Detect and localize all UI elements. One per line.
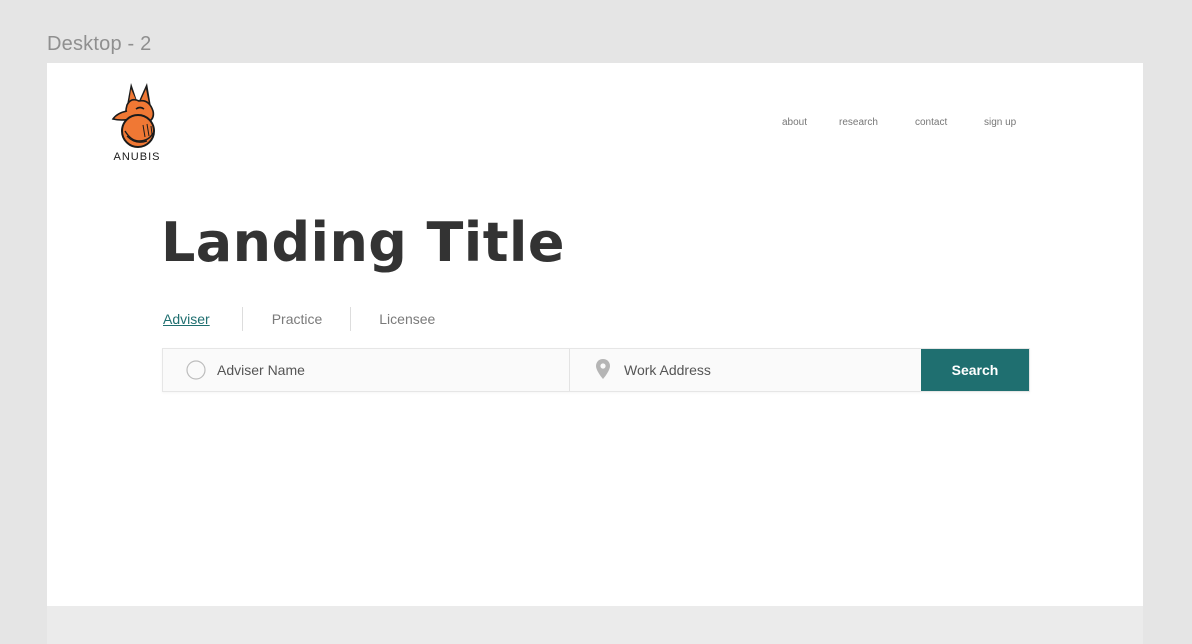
frame-footer: [47, 606, 1143, 644]
desktop-frame: ANUBIS about research contact sign up La…: [47, 63, 1143, 606]
brand-name: ANUBIS: [113, 151, 161, 163]
tab-practice[interactable]: Practice: [272, 307, 323, 331]
tab-divider: [241, 307, 243, 331]
work-address-field: [570, 349, 921, 391]
nav-link-contact[interactable]: contact: [915, 117, 947, 128]
page-title: Landing Title: [161, 211, 565, 274]
nav-link-research[interactable]: research: [839, 117, 878, 128]
adviser-name-input[interactable]: [217, 349, 557, 391]
nav-link-about[interactable]: about: [782, 117, 807, 128]
anubis-fox-icon: [111, 83, 155, 148]
frame-label: Desktop - 2: [47, 33, 152, 55]
search-type-tabs: Adviser Practice Licensee: [163, 307, 435, 331]
work-address-input[interactable]: [624, 349, 914, 391]
tab-adviser[interactable]: Adviser: [163, 307, 210, 331]
location-pin-icon: [596, 359, 610, 379]
search-icon: [186, 360, 206, 380]
search-bar: Search: [162, 348, 1030, 392]
search-button[interactable]: Search: [921, 349, 1029, 391]
tab-divider: [350, 307, 352, 331]
top-nav: about research contact sign up: [47, 117, 1143, 131]
nav-link-sign-up[interactable]: sign up: [984, 117, 1016, 128]
adviser-name-field: [163, 349, 570, 391]
tab-licensee[interactable]: Licensee: [379, 307, 435, 331]
